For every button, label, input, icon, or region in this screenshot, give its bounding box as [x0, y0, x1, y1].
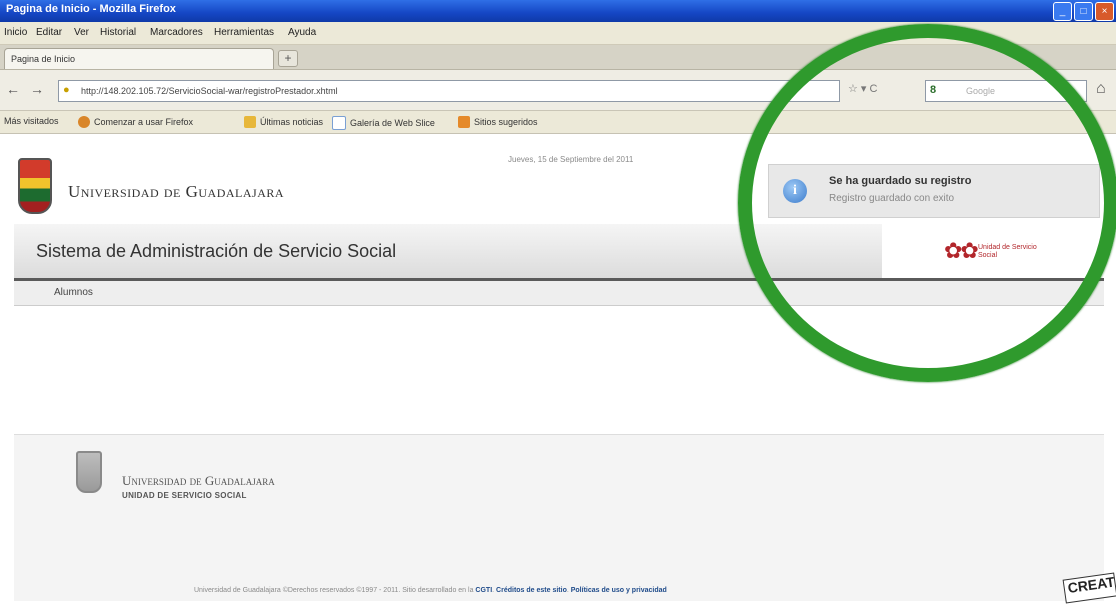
bookmark-mas-visitados[interactable]: Más visitados	[4, 116, 59, 126]
menu-marcadores[interactable]: Marcadores	[150, 27, 203, 38]
page-icon	[332, 116, 346, 130]
system-title: Sistema de Administración de Servicio So…	[36, 241, 397, 261]
menu-editar[interactable]: Editar	[36, 27, 62, 38]
navigation-toolbar: ← → ● http://148.202.105.72/ServicioSoci…	[0, 70, 1116, 111]
maximize-button[interactable]: □	[1074, 2, 1093, 21]
notification-message: Registro guardado con exito	[829, 193, 955, 204]
menu-inicio[interactable]: Inicio	[4, 27, 27, 38]
menu-ver[interactable]: Ver	[74, 27, 89, 38]
copyright-text: Universidad de Guadalajara ©Derechos res…	[194, 587, 474, 594]
footer-copyright: Universidad de Guadalajara ©Derechos res…	[194, 587, 667, 594]
bookmark-web-slice[interactable]: Galería de Web Slice	[332, 116, 435, 130]
url-text: http://148.202.105.72/ServicioSocial-war…	[81, 86, 338, 96]
rss-icon	[244, 116, 256, 128]
service-social-logo: ✿✿ Unidad de Servicio Social	[882, 224, 1104, 278]
window-controls: _ □ ×	[1053, 2, 1114, 21]
bookmark-label: Comenzar a usar Firefox	[94, 117, 194, 127]
site-identity-icon[interactable]: ●	[63, 84, 70, 96]
close-button[interactable]: ×	[1095, 2, 1114, 21]
search-engine-icon[interactable]: 8	[930, 84, 936, 96]
bookmark-ultimas-noticias[interactable]: Últimas noticias	[244, 116, 323, 128]
success-notification: i Se ha guardado su registro Registro gu…	[768, 164, 1100, 218]
service-social-mark-icon: ✿✿	[944, 238, 979, 263]
forward-icon[interactable]: →	[28, 80, 46, 98]
udg-crest-logo	[18, 158, 52, 214]
window-titlebar: Pagina de Inicio - Mozilla Firefox _ □ ×	[0, 0, 1116, 22]
tab-label: Pagina de Inicio	[11, 54, 76, 64]
date-line: Jueves, 15 de Septiembre del 2011	[508, 155, 634, 164]
search-input[interactable]: 8 Google	[925, 80, 1087, 102]
home-icon[interactable]: ⌂	[1096, 80, 1106, 98]
menu-bar: Inicio Editar Ver Historial Marcadores H…	[0, 22, 1116, 45]
suggested-sites-icon	[458, 116, 470, 128]
bookmark-label: Sitios sugeridos	[474, 117, 538, 127]
url-bar[interactable]: ● http://148.202.105.72/ServicioSocial-w…	[58, 80, 840, 102]
main-navigation: Alumnos	[14, 281, 1104, 306]
footer-link-creditos[interactable]: Créditos de este sitio	[496, 587, 567, 594]
minimize-button[interactable]: _	[1053, 2, 1072, 21]
bookmark-comenzar[interactable]: Comenzar a usar Firefox	[78, 116, 193, 128]
footer: Universidad de Guadalajara UNIDAD DE SER…	[14, 434, 1104, 601]
menu-ayuda[interactable]: Ayuda	[288, 27, 316, 38]
bookmark-label: Galería de Web Slice	[350, 118, 435, 128]
bookmarks-toolbar: Más visitados Comenzar a usar Firefox Úl…	[0, 111, 1116, 134]
bookmark-sitios-sugeridos[interactable]: Sitios sugeridos	[458, 116, 538, 128]
system-header-bar: Sistema de Administración de Servicio So…	[14, 224, 1104, 281]
bookmark-label: Últimas noticias	[260, 117, 324, 127]
window-title: Pagina de Inicio - Mozilla Firefox	[6, 3, 176, 15]
search-placeholder: Google	[966, 86, 996, 96]
footer-university-name: Universidad de Guadalajara	[122, 473, 275, 488]
page-content: Universidad de Guadalajara Jueves, 15 de…	[0, 24, 1116, 601]
bookmark-label: Más visitados	[4, 116, 59, 126]
notification-heading: Se ha guardado su registro	[829, 175, 972, 187]
service-social-logo-text: Unidad de Servicio Social	[978, 244, 1037, 259]
menu-herramientas[interactable]: Herramientas	[214, 27, 274, 38]
firefox-icon	[78, 116, 90, 128]
tab-pagina-de-inicio[interactable]: Pagina de Inicio	[4, 48, 274, 69]
nav-item-alumnos[interactable]: Alumnos	[54, 287, 93, 298]
info-icon: i	[783, 179, 807, 203]
footer-crest-logo	[76, 451, 102, 493]
bookmark-star-reload[interactable]: ☆ ▾ C	[848, 82, 877, 95]
footer-link-politicas[interactable]: Políticas de uso y privacidad	[571, 587, 667, 594]
footer-link-cgti[interactable]: CGTI	[475, 587, 492, 594]
university-name: Universidad de Guadalajara	[68, 182, 285, 201]
footer-unit-name: UNIDAD DE SERVICIO SOCIAL	[122, 491, 247, 500]
new-tab-button[interactable]: +	[278, 50, 298, 67]
tab-bar: Pagina de Inicio +	[0, 45, 1116, 70]
menu-historial[interactable]: Historial	[100, 27, 136, 38]
back-icon[interactable]: ←	[4, 80, 22, 98]
